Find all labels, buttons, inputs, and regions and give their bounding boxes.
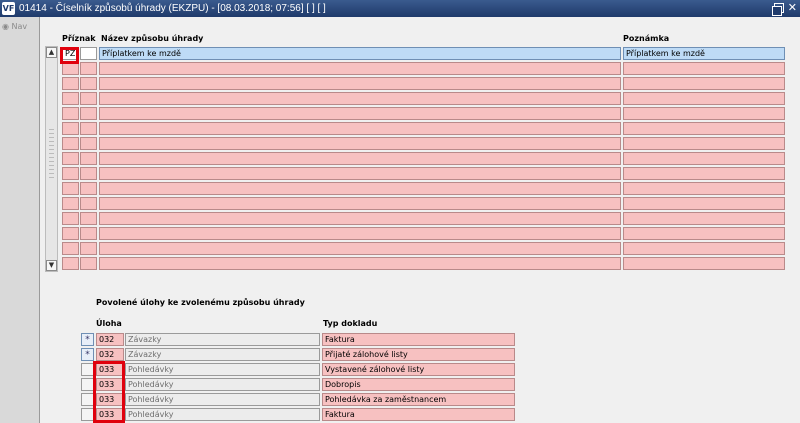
- scroll-down-icon[interactable]: ▼: [46, 260, 57, 271]
- doc-type-cell[interactable]: Dobropis: [322, 378, 515, 391]
- task-name-cell[interactable]: Pohledávky: [125, 363, 320, 376]
- header-flag: Příznak: [62, 34, 96, 43]
- doc-type-cell[interactable]: Vystavené zálohové listy: [322, 363, 515, 376]
- name-cell[interactable]: [99, 107, 621, 120]
- task-name-cell[interactable]: Závazky: [125, 348, 320, 361]
- note-cell[interactable]: [623, 167, 785, 180]
- window-title: 01414 - Číselník způsobů úhrady (EKZPU) …: [19, 3, 326, 14]
- name-cell[interactable]: [99, 242, 621, 255]
- flag-ext-cell[interactable]: [80, 152, 97, 165]
- task-name-cell[interactable]: Pohledávky: [125, 408, 320, 421]
- flag-ext-cell[interactable]: [80, 122, 97, 135]
- flag-ext-cell[interactable]: [80, 137, 97, 150]
- name-cell[interactable]: [99, 122, 621, 135]
- note-cell[interactable]: Příplatkem ke mzdě: [623, 47, 785, 60]
- flag-cell[interactable]: [62, 212, 79, 225]
- name-cell[interactable]: [99, 227, 621, 240]
- nav-label: Nav: [11, 22, 28, 31]
- note-cell[interactable]: [623, 77, 785, 90]
- task-code-cell[interactable]: 032: [96, 333, 124, 346]
- flag-ext-cell[interactable]: [80, 257, 97, 270]
- name-cell[interactable]: [99, 137, 621, 150]
- note-cell[interactable]: [623, 122, 785, 135]
- note-cell[interactable]: [623, 107, 785, 120]
- flag-ext-cell[interactable]: [80, 107, 97, 120]
- name-cell[interactable]: [99, 152, 621, 165]
- restore-icon[interactable]: [772, 3, 784, 16]
- note-cell[interactable]: [623, 62, 785, 75]
- note-cell[interactable]: [623, 152, 785, 165]
- note-cell[interactable]: [623, 137, 785, 150]
- app-icon: VF: [2, 2, 15, 15]
- note-cell[interactable]: [623, 92, 785, 105]
- note-cell[interactable]: [623, 257, 785, 270]
- sidebar: ◉ Nav: [0, 17, 40, 423]
- flag-cell[interactable]: [62, 257, 79, 270]
- flag-ext-cell[interactable]: [80, 167, 97, 180]
- row-marker-star[interactable]: *: [81, 348, 94, 361]
- flag-cell[interactable]: [62, 227, 79, 240]
- name-cell[interactable]: [99, 77, 621, 90]
- name-cell[interactable]: [99, 197, 621, 210]
- header-task: Úloha: [96, 319, 122, 328]
- flag-cell[interactable]: [62, 77, 79, 90]
- flag-cell[interactable]: [62, 167, 79, 180]
- flag-ext-cell[interactable]: [80, 242, 97, 255]
- flag-ext-cell[interactable]: [80, 212, 97, 225]
- scroll-up-icon[interactable]: ▲: [46, 47, 57, 58]
- note-cell[interactable]: [623, 182, 785, 195]
- name-cell[interactable]: Příplatkem ke mzdě: [99, 47, 621, 60]
- row-marker-star[interactable]: *: [81, 333, 94, 346]
- nav-icon: ◉: [2, 22, 9, 31]
- flag-ext-cell[interactable]: [80, 227, 97, 240]
- name-cell[interactable]: [99, 167, 621, 180]
- header-doc-type: Typ dokladu: [323, 319, 378, 328]
- flag-ext-cell[interactable]: [80, 182, 97, 195]
- scroll-track[interactable]: [49, 129, 54, 179]
- name-cell[interactable]: [99, 212, 621, 225]
- nav-button[interactable]: ◉ Nav: [2, 22, 27, 31]
- doc-type-cell[interactable]: Faktura: [322, 333, 515, 346]
- task-name-cell[interactable]: Pohledávky: [125, 393, 320, 406]
- header-name: Název způsobu úhrady: [101, 34, 204, 43]
- vertical-scrollbar[interactable]: ▲ ▼: [45, 46, 58, 272]
- flag-cell[interactable]: [62, 92, 79, 105]
- name-cell[interactable]: [99, 92, 621, 105]
- section-title: Povolené úlohy ke zvolenému způsobu úhra…: [96, 298, 305, 307]
- flag-ext-cell[interactable]: [80, 47, 97, 60]
- flag-cell[interactable]: [62, 122, 79, 135]
- note-cell[interactable]: [623, 197, 785, 210]
- flag-ext-cell[interactable]: [80, 62, 97, 75]
- title-bar: VF 01414 - Číselník způsobů úhrady (EKZP…: [0, 0, 800, 17]
- flag-ext-cell[interactable]: [80, 92, 97, 105]
- flag-cell[interactable]: [62, 197, 79, 210]
- doc-type-cell[interactable]: Pohledávka za zaměstnancem: [322, 393, 515, 406]
- task-code-highlight: [93, 361, 125, 423]
- doc-type-cell[interactable]: Přijaté zálohové listy: [322, 348, 515, 361]
- header-note: Poznámka: [623, 34, 670, 43]
- task-code-cell[interactable]: 032: [96, 348, 124, 361]
- flag-cell[interactable]: [62, 242, 79, 255]
- name-cell[interactable]: [99, 182, 621, 195]
- flag-ext-cell[interactable]: [80, 197, 97, 210]
- flag-cell[interactable]: [62, 152, 79, 165]
- doc-type-cell[interactable]: Faktura: [322, 408, 515, 421]
- flag-cell[interactable]: [62, 182, 79, 195]
- note-cell[interactable]: [623, 212, 785, 225]
- flag-ext-cell[interactable]: [80, 77, 97, 90]
- name-cell[interactable]: [99, 257, 621, 270]
- task-name-cell[interactable]: Pohledávky: [125, 378, 320, 391]
- note-cell[interactable]: [623, 227, 785, 240]
- close-icon[interactable]: ✕: [788, 1, 797, 14]
- flag-cell[interactable]: [62, 107, 79, 120]
- name-cell[interactable]: [99, 62, 621, 75]
- task-name-cell[interactable]: Závazky: [125, 333, 320, 346]
- note-cell[interactable]: [623, 242, 785, 255]
- flag-cell[interactable]: [62, 137, 79, 150]
- flag-highlight: [60, 47, 79, 64]
